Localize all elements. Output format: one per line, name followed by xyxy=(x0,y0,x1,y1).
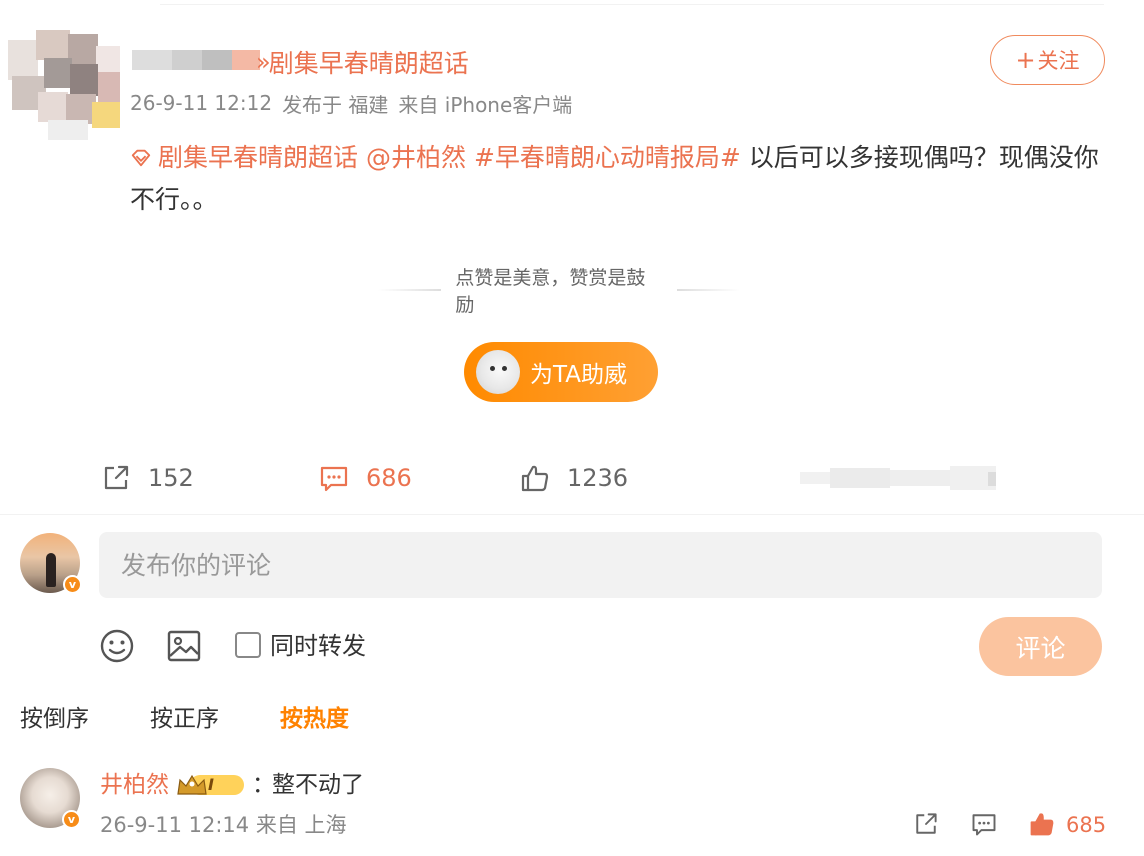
author-name-blurred[interactable] xyxy=(132,46,260,74)
plus-icon: + xyxy=(1015,46,1036,74)
mention-link[interactable]: @井柏然 xyxy=(366,143,466,172)
cheer-label: 为TA助威 xyxy=(530,362,627,388)
post-meta: 26-9-11 12:12 发布于 福建 来自 iPhone客户端 xyxy=(130,89,582,117)
repost-action[interactable]: 152 xyxy=(100,458,194,498)
post-source: 来自 iPhone客户端 xyxy=(398,92,573,117)
section-divider xyxy=(0,514,1144,515)
submit-comment-button[interactable]: 评论 xyxy=(979,617,1102,676)
follow-label: 关注 xyxy=(1037,49,1080,73)
image-icon[interactable] xyxy=(164,626,204,666)
repost-checkbox[interactable] xyxy=(235,632,261,658)
encourage-line-left xyxy=(378,289,442,291)
sort-asc-tab[interactable]: 按正序 xyxy=(150,702,219,736)
encourage-line-right xyxy=(676,289,740,291)
cheer-button[interactable]: 为TA助威 xyxy=(464,342,658,402)
post-time[interactable]: 26-9-11 12:12 xyxy=(130,91,272,115)
comment-meta: 26-9-11 12:14 来自 上海 xyxy=(100,813,347,837)
encourage-label: 点赞是美意，赞赏是鼓励 xyxy=(455,267,646,316)
blurred-action-area xyxy=(800,466,996,490)
repost-checkbox-label[interactable]: 同时转发 xyxy=(270,630,366,662)
author-avatar-blurred[interactable] xyxy=(8,30,120,142)
share-arrow-icon[interactable] xyxy=(912,810,940,838)
top-divider xyxy=(160,4,1104,5)
thumbs-up-icon xyxy=(521,465,549,492)
comment-input[interactable] xyxy=(99,532,1102,598)
supertopic-header-name: 剧集早春晴朗超话 xyxy=(268,49,469,78)
hashtag-link[interactable]: #早春晴朗心动晴报局# xyxy=(474,143,741,172)
comment-count: 686 xyxy=(366,464,412,492)
like-action[interactable]: 1236 xyxy=(519,458,628,498)
repost-count: 152 xyxy=(148,464,194,492)
follow-button[interactable]: + 关注 xyxy=(990,35,1105,85)
thumbs-up-icon[interactable] xyxy=(1028,810,1056,838)
supertopic-diamond-icon xyxy=(131,149,151,167)
avatar-figure xyxy=(46,553,56,587)
reward-encourage-text: 点赞是美意，赞赏是鼓励 xyxy=(364,267,754,316)
level-badge-text: I xyxy=(208,775,214,794)
commenter-name[interactable]: 井柏然 xyxy=(100,768,169,802)
verified-v-icon: v xyxy=(62,810,81,829)
supertopic-header-link[interactable]: » 剧集早春晴朗超话 xyxy=(256,44,469,80)
comment-text: 整不动了 xyxy=(272,772,364,798)
verified-v-icon: v xyxy=(63,575,82,594)
like-count: 1236 xyxy=(567,464,629,492)
sort-hot-tab[interactable]: 按热度 xyxy=(280,702,349,736)
supertopic-link[interactable]: 剧集早春晴朗超话 xyxy=(130,143,358,172)
comment-like-count: 685 xyxy=(1066,813,1107,837)
post-location: 发布于 福建 xyxy=(282,92,389,117)
sort-desc-tab[interactable]: 按倒序 xyxy=(20,702,89,736)
comment-bubble-icon[interactable] xyxy=(970,810,998,838)
comment-bubble-icon xyxy=(320,466,348,492)
commenter-avatar[interactable]: v xyxy=(20,768,81,829)
supertopic-arrow-icon: » xyxy=(256,48,270,76)
hamster-icon xyxy=(476,350,520,394)
my-avatar[interactable]: v xyxy=(20,533,82,594)
post-text: 剧集早春晴朗超话 @井柏然 #早春晴朗心动晴报局# 以后可以多接现偶吗？现偶没你… xyxy=(130,137,1105,221)
share-arrow-icon xyxy=(104,465,129,490)
smiley-icon[interactable] xyxy=(97,626,137,666)
comment-action[interactable]: 686 xyxy=(318,458,412,498)
